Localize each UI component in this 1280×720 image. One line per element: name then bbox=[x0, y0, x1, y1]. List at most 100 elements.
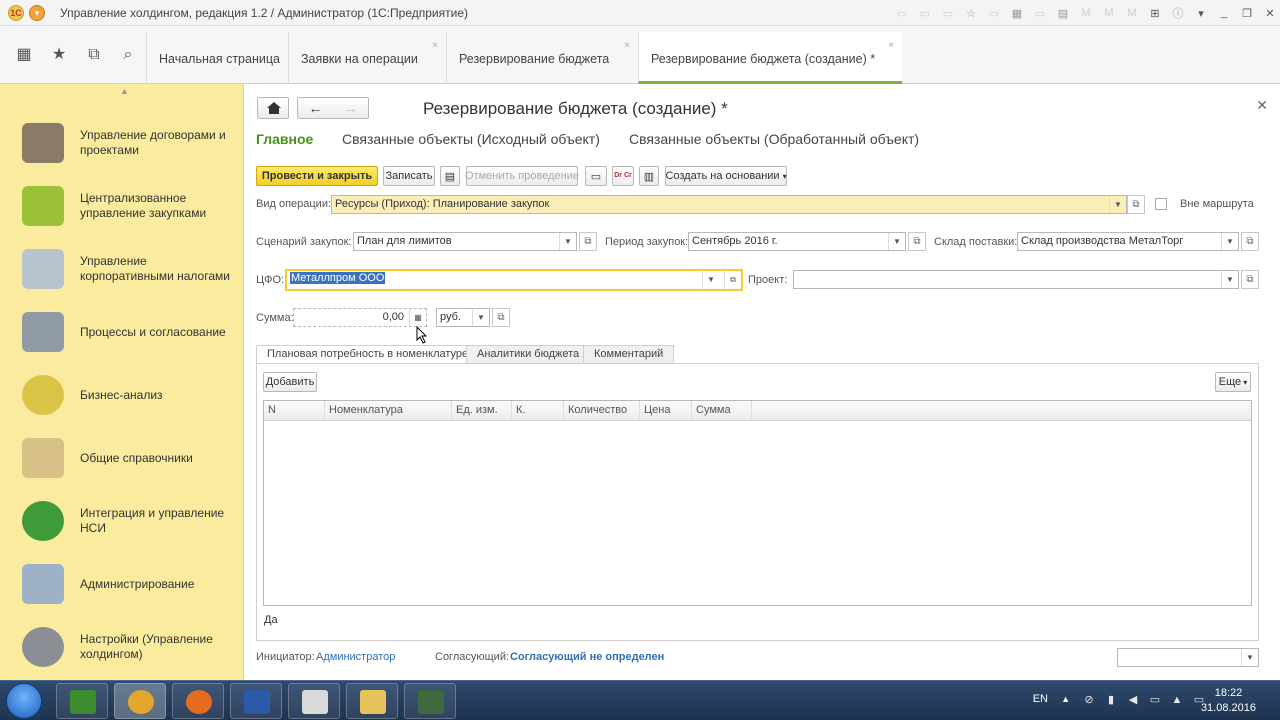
taskbar-app[interactable] bbox=[114, 683, 166, 719]
forward-arrow-icon[interactable]: → bbox=[333, 98, 368, 118]
taskbar-app[interactable] bbox=[56, 683, 108, 719]
cfo-field[interactable]: Металлпром ООО ▼ ⧉ bbox=[285, 269, 743, 291]
window-layout-icon[interactable]: ⊞ bbox=[1145, 4, 1165, 22]
favorites-add-icon[interactable]: ☆ bbox=[961, 4, 981, 22]
post-and-close-button[interactable]: Провести и закрыть bbox=[256, 166, 378, 186]
column-header-k[interactable]: К. bbox=[512, 401, 564, 421]
section-main[interactable]: Главное bbox=[256, 131, 313, 147]
open-icon[interactable]: ⧉ bbox=[908, 232, 926, 251]
chevron-down-icon[interactable]: ▼ bbox=[1221, 271, 1238, 288]
tab-planned-demand[interactable]: Плановая потребность в номенклатуре bbox=[256, 345, 480, 364]
calendar-icon[interactable]: ▦ bbox=[1007, 4, 1027, 22]
chevron-down-icon[interactable]: ▼ bbox=[472, 309, 489, 326]
network-off-icon[interactable]: ⊘ bbox=[1082, 694, 1096, 707]
chevron-down-icon[interactable]: ▼ bbox=[1241, 649, 1258, 666]
chevron-down-icon[interactable]: ▼ bbox=[702, 271, 719, 289]
column-header-price[interactable]: Цена bbox=[640, 401, 692, 421]
status-field[interactable]: ▼ bbox=[1117, 648, 1259, 667]
power-icon[interactable]: ▭ bbox=[1148, 694, 1162, 707]
column-header-unit[interactable]: Ед. изм. bbox=[452, 401, 512, 421]
open-icon[interactable]: ⧉ bbox=[1241, 232, 1259, 251]
taskbar-app[interactable] bbox=[230, 683, 282, 719]
search-icon[interactable]: ⌕ bbox=[119, 46, 137, 64]
save-button[interactable]: Записать bbox=[383, 166, 435, 186]
sidebar-item-procurement[interactable]: Централизованное управление закупками bbox=[0, 175, 244, 237]
tab-home[interactable]: Начальная страница bbox=[146, 32, 288, 84]
language-indicator[interactable]: EN bbox=[1033, 693, 1048, 705]
out-of-route-checkbox[interactable] bbox=[1155, 198, 1167, 210]
favorites-star-icon[interactable]: ★ bbox=[50, 46, 68, 64]
add-row-button[interactable]: Добавить bbox=[263, 372, 317, 392]
report-icon[interactable]: ▥ bbox=[639, 166, 659, 186]
history-icon[interactable]: ⧉ bbox=[85, 46, 103, 64]
chevron-down-icon[interactable]: ▼ bbox=[888, 233, 905, 250]
minimize-icon[interactable]: _ bbox=[1214, 4, 1234, 22]
taskbar-app[interactable] bbox=[404, 683, 456, 719]
sidebar-item-references[interactable]: Общие справочники bbox=[0, 427, 244, 489]
taskbar-app[interactable] bbox=[346, 683, 398, 719]
open-icon[interactable]: ⧉ bbox=[492, 308, 510, 327]
tab-close-icon[interactable]: × bbox=[432, 40, 438, 51]
main-menu-icon[interactable]: ▾ bbox=[29, 5, 45, 21]
tab-close-icon[interactable]: × bbox=[624, 40, 630, 51]
project-field[interactable]: ▼ bbox=[793, 270, 1239, 289]
tab-budget-reservation-create[interactable]: Резервирование бюджета (создание) * × bbox=[638, 32, 902, 84]
initiator-link[interactable]: Администратор bbox=[316, 651, 395, 663]
calc-icon[interactable]: ▤ bbox=[1053, 4, 1073, 22]
dt-ct-icon[interactable]: Dr Cr bbox=[612, 166, 634, 186]
more-button[interactable]: Еще ▾ bbox=[1215, 372, 1251, 392]
restore-icon[interactable]: ❐ bbox=[1237, 4, 1257, 22]
column-header-n[interactable]: N bbox=[264, 401, 325, 421]
column-header-item[interactable]: Номенклатура bbox=[325, 401, 452, 421]
home-button[interactable] bbox=[257, 97, 289, 119]
items-table[interactable]: N Номенклатура Ед. изм. К. Количество Це… bbox=[263, 400, 1252, 606]
back-arrow-icon[interactable]: ← bbox=[298, 98, 333, 118]
close-icon[interactable]: ✕ bbox=[1260, 4, 1280, 22]
tray-expand-icon[interactable]: ▲ bbox=[1061, 694, 1070, 704]
scenario-field[interactable]: План для лимитов ▼ bbox=[353, 232, 577, 251]
op-type-field[interactable]: Ресурсы (Приход): Планирование закупок ▼ bbox=[331, 195, 1127, 214]
open-icon[interactable]: ⧉ bbox=[579, 232, 597, 251]
form-close-icon[interactable]: ✕ bbox=[1256, 97, 1268, 114]
tab-close-icon[interactable]: × bbox=[888, 40, 894, 51]
sidebar-item-contracts[interactable]: Управление договорами и проектами bbox=[0, 112, 244, 174]
create-based-on-button[interactable]: Создать на основании ▾ bbox=[665, 166, 787, 186]
currency-field[interactable]: руб. ▼ bbox=[436, 308, 490, 327]
chevron-down-icon[interactable]: ▼ bbox=[1109, 196, 1126, 213]
tab-budget-reservation[interactable]: Резервирование бюджета × bbox=[446, 32, 638, 84]
sidebar-item-taxes[interactable]: Управление корпоративными налогами bbox=[0, 238, 244, 300]
clock[interactable]: 18:22 31.08.2016 bbox=[1201, 686, 1256, 716]
sidebar-item-integration[interactable]: Интеграция и управление НСИ bbox=[0, 490, 244, 552]
chevron-down-icon[interactable]: ▼ bbox=[559, 233, 576, 250]
open-icon[interactable]: ⧉ bbox=[1241, 270, 1259, 289]
volume-icon[interactable]: ◀ bbox=[1126, 694, 1140, 707]
period-field[interactable]: Сентябрь 2016 г. ▼ bbox=[688, 232, 906, 251]
chevron-down-icon[interactable]: ▼ bbox=[1221, 233, 1238, 250]
cancel-posting-button[interactable]: Отменить проведение bbox=[465, 166, 579, 186]
tab-comment[interactable]: Комментарий bbox=[583, 345, 675, 363]
start-button[interactable] bbox=[6, 683, 42, 719]
post-icon[interactable]: ▤ bbox=[440, 166, 460, 186]
amount-field[interactable]: 0,00 ▦ bbox=[293, 308, 427, 327]
sidebar-item-settings[interactable]: Настройки (Управление холдингом) bbox=[0, 616, 244, 678]
taskbar-app[interactable] bbox=[172, 683, 224, 719]
scroll-up-icon[interactable]: ▲ bbox=[120, 86, 129, 96]
signal-icon[interactable]: ▮ bbox=[1104, 694, 1118, 707]
drive-icon[interactable]: ▲ bbox=[1170, 694, 1184, 707]
sidebar-item-administration[interactable]: Администрирование bbox=[0, 553, 244, 615]
tab-budget-analytics[interactable]: Аналитики бюджета bbox=[466, 345, 591, 363]
sidebar-item-processes[interactable]: Процессы и согласование bbox=[0, 301, 244, 363]
open-icon[interactable]: ⧉ bbox=[724, 271, 741, 289]
sidebar-item-business-analysis[interactable]: Бизнес-анализ bbox=[0, 364, 244, 426]
calculator-icon[interactable]: ▦ bbox=[409, 309, 426, 326]
apps-grid-icon[interactable]: ▦ bbox=[15, 46, 33, 64]
tab-operation-requests[interactable]: Заявки на операции × bbox=[288, 32, 446, 84]
section-source-objects[interactable]: Связанные объекты (Исходный объект) bbox=[342, 131, 600, 147]
section-processed-objects[interactable]: Связанные объекты (Обработанный объект) bbox=[629, 131, 919, 147]
more-icon[interactable]: ▾ bbox=[1191, 4, 1211, 22]
approver-link[interactable]: Согласующий не определен bbox=[510, 651, 664, 663]
taskbar-app[interactable] bbox=[288, 683, 340, 719]
warehouse-field[interactable]: Склад производства МеталТорг ▼ bbox=[1017, 232, 1239, 251]
open-icon[interactable]: ⧉ bbox=[1127, 195, 1145, 214]
column-header-sum[interactable]: Сумма bbox=[692, 401, 752, 421]
